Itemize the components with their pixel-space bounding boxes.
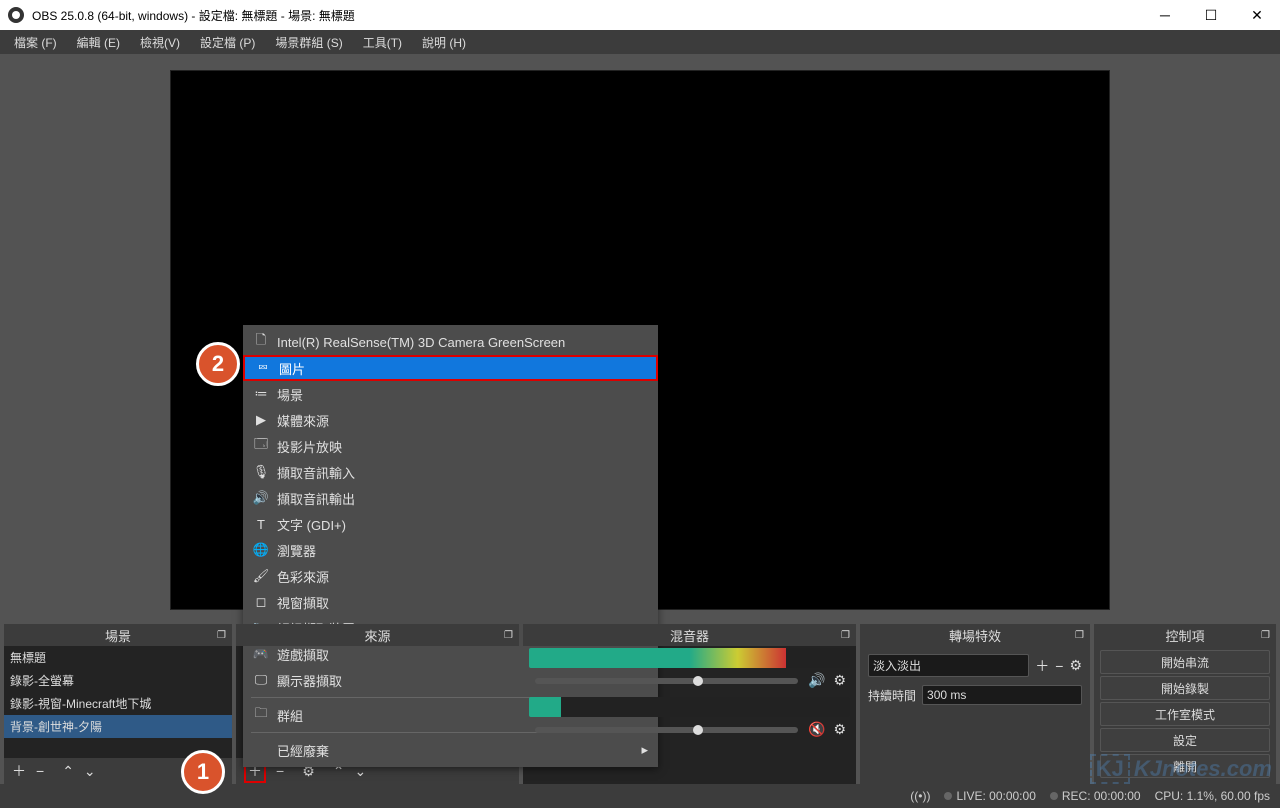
titlebar: OBS 25.0.8 (64-bit, windows) - 設定檔: 無標題 …: [0, 0, 1280, 30]
ctxmenu-item-scene[interactable]: ≔場景: [243, 381, 658, 407]
globe-icon: 🌐: [251, 542, 271, 558]
ctxmenu-item-color[interactable]: 🖌色彩來源: [243, 563, 658, 589]
gamepad-icon: 🎮: [251, 646, 271, 662]
brush-icon: 🖌: [251, 568, 271, 584]
menu-help[interactable]: 說明 (H): [414, 32, 474, 53]
annotation-1: 1: [181, 750, 225, 794]
annotation-2: 2: [196, 342, 240, 386]
scene-item-selected[interactable]: 背景-創世神-夕陽: [4, 715, 232, 738]
popout-icon[interactable]: ❐: [841, 630, 850, 641]
speaker-icon[interactable]: 🔊: [808, 672, 825, 689]
broadcast-icon: ((•)): [910, 789, 930, 803]
controls-dock: 控制項 ❐ 開始串流 開始錄製 工作室模式 設定 離開: [1094, 624, 1276, 784]
menu-tools[interactable]: 工具(T): [355, 32, 410, 53]
play-icon: ▶: [251, 412, 271, 428]
remove-transition-button[interactable]: −: [1055, 658, 1063, 674]
menu-profile[interactable]: 設定檔 (P): [192, 32, 263, 53]
rec-dot-icon: [1050, 792, 1058, 800]
close-button[interactable]: ✕: [1234, 0, 1280, 30]
controls-title: 控制項: [1165, 626, 1204, 645]
live-dot-icon: [944, 792, 952, 800]
speaker-icon: 🔊: [251, 490, 271, 506]
scene-up-button[interactable]: ⌃: [62, 763, 74, 780]
menu-file[interactable]: 檔案 (F): [6, 32, 65, 53]
ctxmenu-item-browser[interactable]: 🌐瀏覽器: [243, 537, 658, 563]
transition-select[interactable]: 淡入淡出: [868, 654, 1029, 677]
scene-item[interactable]: 錄影-全螢幕: [4, 669, 232, 692]
ctxmenu-item-media[interactable]: ▶媒體來源: [243, 407, 658, 433]
image-icon: ⮹: [253, 360, 273, 376]
menu-scene-collection[interactable]: 場景群組 (S): [267, 32, 350, 53]
ctxmenu-item-slideshow[interactable]: 🗔投影片放映: [243, 433, 658, 459]
transitions-title: 轉場特效: [949, 626, 1001, 645]
ctxmenu-item-realsense[interactable]: 🗋Intel(R) RealSense(TM) 3D Camera GreenS…: [243, 329, 658, 355]
monitor-icon: 🖵: [251, 672, 271, 688]
menubar: 檔案 (F) 編輯 (E) 檢視(V) 設定檔 (P) 場景群組 (S) 工具(…: [0, 30, 1280, 54]
settings-button[interactable]: 設定: [1100, 728, 1270, 752]
popout-icon[interactable]: ❐: [1261, 630, 1270, 641]
duration-input[interactable]: 300 ms: [922, 685, 1082, 705]
ctxmenu-item-audio-input[interactable]: 🎙擷取音訊輸入: [243, 459, 658, 485]
popout-icon[interactable]: ❐: [217, 630, 226, 641]
audio-meter: [529, 648, 850, 668]
maximize-button[interactable]: ☐: [1188, 0, 1234, 30]
volume-slider[interactable]: [535, 678, 798, 684]
live-time: LIVE: 00:00:00: [956, 789, 1035, 803]
menu-view[interactable]: 檢視(V): [132, 32, 188, 53]
folder-icon: 🗀: [251, 704, 271, 726]
list-icon: ≔: [251, 386, 271, 402]
scene-down-button[interactable]: ⌄: [84, 763, 96, 780]
muted-speaker-icon[interactable]: 🔇: [808, 721, 825, 738]
scene-item[interactable]: 錄影-視窗-Minecraft地下城: [4, 692, 232, 715]
start-stream-button[interactable]: 開始串流: [1100, 650, 1270, 674]
duration-label: 持續時間: [868, 687, 916, 704]
cpu-fps: CPU: 1.1%, 60.00 fps: [1155, 789, 1270, 803]
add-transition-button[interactable]: ＋: [1035, 656, 1049, 676]
mixer-title: 混音器: [670, 626, 709, 645]
studio-mode-button[interactable]: 工作室模式: [1100, 702, 1270, 726]
start-record-button[interactable]: 開始錄製: [1100, 676, 1270, 700]
ctxmenu-item-audio-output[interactable]: 🔊擷取音訊輸出: [243, 485, 658, 511]
remove-scene-button[interactable]: −: [36, 763, 44, 779]
scene-item[interactable]: 無標題: [4, 646, 232, 669]
popout-icon[interactable]: ❐: [1075, 630, 1084, 641]
ctxmenu-item-window-capture[interactable]: ◻視窗擷取: [243, 589, 658, 615]
gear-icon[interactable]: ⚙: [833, 721, 846, 738]
exit-button[interactable]: 離開: [1100, 754, 1270, 778]
rec-time: REC: 00:00:00: [1062, 789, 1141, 803]
document-icon: 🗋: [251, 331, 271, 353]
chevron-right-icon: ▸: [641, 742, 648, 758]
window-title: OBS 25.0.8 (64-bit, windows) - 設定檔: 無標題 …: [32, 7, 355, 24]
volume-slider[interactable]: [535, 727, 798, 733]
ctxmenu-item-deprecated[interactable]: 已經廢棄▸: [243, 737, 658, 763]
slideshow-icon: 🗔: [251, 435, 271, 457]
menu-edit[interactable]: 編輯 (E): [69, 32, 128, 53]
window-icon: ◻: [251, 594, 271, 610]
popout-icon[interactable]: ❐: [504, 630, 513, 641]
sources-title: 來源: [364, 626, 390, 645]
text-icon: T: [251, 517, 271, 532]
ctxmenu-item-image[interactable]: ⮹圖片: [243, 355, 658, 381]
transitions-dock: 轉場特效 ❐ 淡入淡出 ＋ − ⚙ 持續時間 300 ms: [860, 624, 1090, 784]
app-logo-icon: [8, 7, 24, 23]
audio-meter: [529, 697, 850, 717]
mic-icon: 🎙: [251, 464, 271, 480]
minimize-button[interactable]: ─: [1142, 0, 1188, 30]
add-scene-button[interactable]: ＋: [12, 761, 26, 781]
ctxmenu-item-text[interactable]: T文字 (GDI+): [243, 511, 658, 537]
scenes-title: 場景: [105, 626, 131, 645]
gear-icon[interactable]: ⚙: [833, 672, 846, 689]
transition-settings-button[interactable]: ⚙: [1069, 657, 1082, 674]
